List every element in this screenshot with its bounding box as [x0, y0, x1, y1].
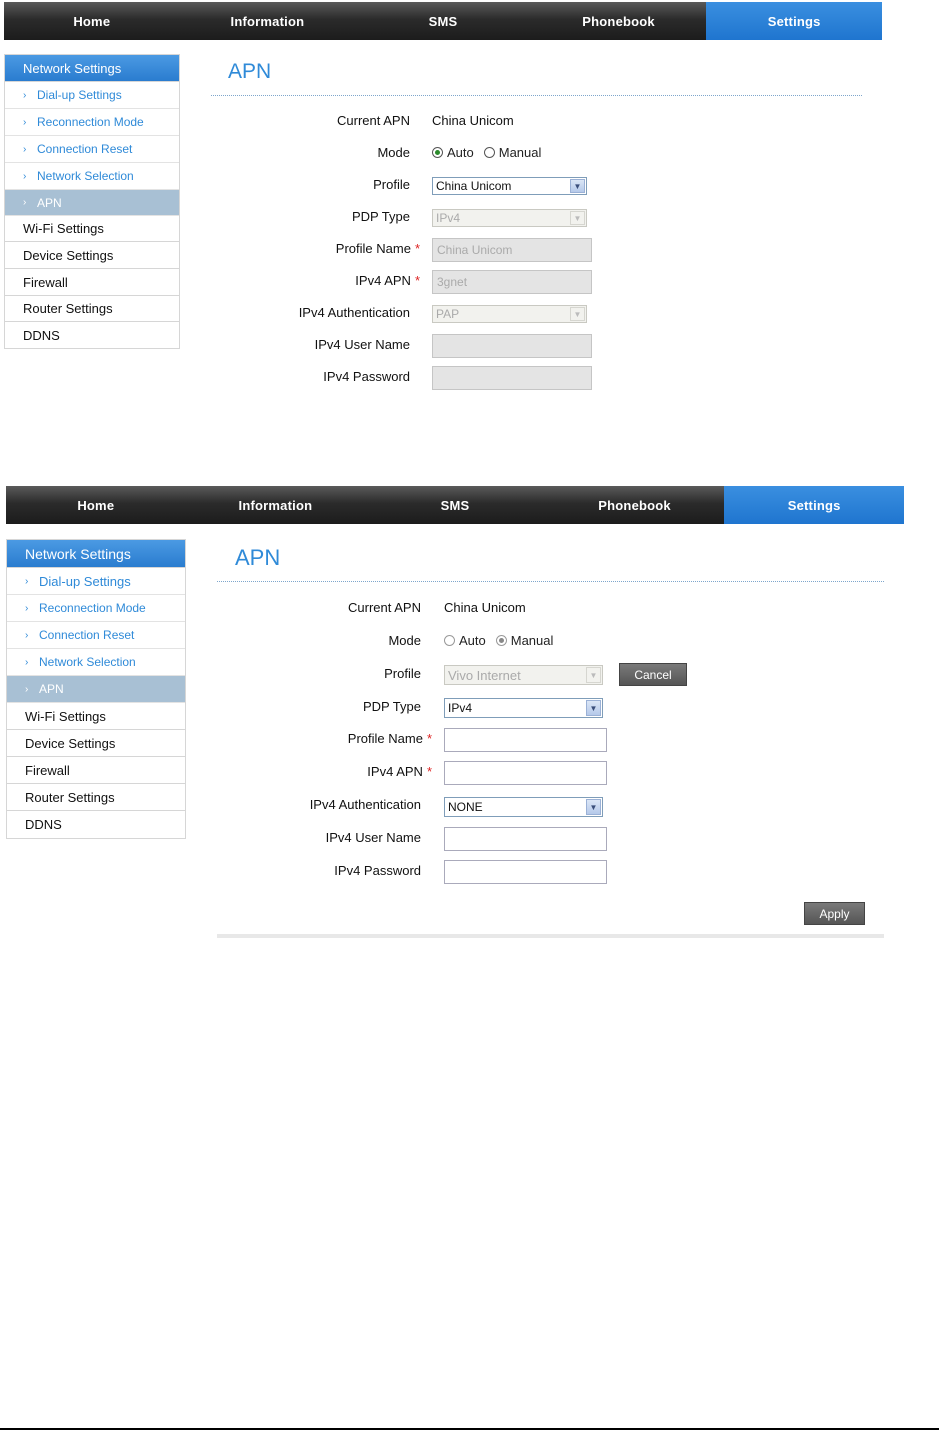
sidebar-item-network-selection[interactable]: › Network Selection [7, 649, 185, 676]
chevron-down-icon[interactable]: ▼ [586, 667, 601, 683]
label-current-apn: Current APN [348, 600, 421, 615]
pdp-type-select-value: IPv4 [448, 701, 473, 715]
sidebar-item-dialup-settings[interactable]: › Dial-up Settings [7, 568, 185, 595]
chevron-right-icon: › [25, 575, 29, 587]
tab-phonebook[interactable]: Phonebook [545, 486, 725, 524]
sidebar-item-reconnection-mode[interactable]: › Reconnection Mode [7, 595, 185, 622]
mode-manual-option[interactable]: Manual [495, 633, 554, 648]
ipv4-authentication-select[interactable]: NONE ▼ [444, 797, 603, 817]
mode-radio-group: Auto Manual [444, 633, 563, 648]
sidebar-header-network-settings[interactable]: Network Settings [7, 540, 185, 568]
apply-button[interactable]: Apply [804, 902, 865, 925]
ipv4-password-field[interactable] [444, 860, 607, 884]
cancel-button[interactable]: Cancel [619, 663, 687, 686]
content-bottom-bar [217, 934, 884, 938]
tab-settings[interactable]: Settings [724, 486, 904, 524]
required-asterisk: * [426, 731, 432, 746]
title-divider [217, 581, 884, 582]
chevron-down-icon[interactable]: ▼ [586, 799, 601, 815]
required-asterisk: * [426, 764, 432, 779]
sidebar-item-label: APN [39, 682, 64, 696]
sidebar-item-router-settings[interactable]: Router Settings [7, 784, 185, 811]
chevron-right-icon: › [25, 683, 29, 695]
mode-auto-option[interactable]: Auto [444, 633, 486, 648]
radio-manual[interactable] [495, 635, 507, 646]
label-profile-name: Profile Name * [250, 731, 432, 746]
profile-select-value: Vivo Internet [448, 667, 521, 683]
ipv4-authentication-value: NONE [448, 800, 483, 814]
profile-name-label-text: Profile Name [347, 731, 423, 746]
ipv4-apn-field[interactable] [444, 761, 607, 785]
chevron-down-icon[interactable]: ▼ [586, 700, 601, 716]
ipv4-apn-label-text: IPv4 APN [367, 764, 423, 779]
label-pdp-type: PDP Type [362, 699, 421, 714]
label-ipv4-apn: IPv4 APN * [250, 764, 432, 779]
pdp-type-select[interactable]: IPv4 ▼ [444, 698, 603, 718]
tab-home[interactable]: Home [6, 486, 186, 524]
sidebar-item-label: Network Selection [39, 655, 136, 669]
sidebar: Network Settings › Dial-up Settings › Reco… [6, 539, 186, 839]
profile-select[interactable]: Vivo Internet ▼ [444, 665, 603, 685]
sidebar-item-apn[interactable]: › APN [7, 676, 185, 703]
chevron-right-icon: › [25, 656, 29, 668]
mode-auto-label: Auto [459, 633, 486, 648]
label-mode: Mode [388, 633, 421, 648]
ipv4-user-name-field[interactable] [444, 827, 607, 851]
profile-name-field[interactable] [444, 728, 607, 752]
chevron-right-icon: › [25, 629, 29, 641]
label-profile: Profile [384, 666, 421, 681]
footer-rule [0, 1428, 939, 1430]
sidebar-item-connection-reset[interactable]: › Connection Reset [7, 622, 185, 649]
sidebar-item-label: Connection Reset [39, 628, 135, 642]
label-ipv4-user-name: IPv4 User Name [325, 830, 421, 845]
page-title: APN [235, 545, 281, 570]
sidebar-item-label: Dial-up Settings [39, 573, 131, 589]
sidebar-item-label: Reconnection Mode [39, 601, 146, 615]
sidebar-item-firewall[interactable]: Firewall [7, 757, 185, 784]
top-nav: Home Information SMS Phonebook Settings [6, 486, 904, 524]
chevron-right-icon: › [25, 602, 29, 614]
sidebar-item-ddns[interactable]: DDNS [7, 811, 185, 838]
sidebar-item-device-settings[interactable]: Device Settings [7, 730, 185, 757]
tab-information[interactable]: Information [186, 486, 366, 524]
label-ipv4-authentication: IPv4 Authentication [309, 797, 421, 812]
radio-auto[interactable] [444, 635, 455, 646]
label-ipv4-password: IPv4 Password [334, 863, 421, 878]
sidebar-item-wifi-settings[interactable]: Wi-Fi Settings [7, 703, 185, 730]
screenshot-2: Home Information SMS Phonebook Settings … [0, 0, 939, 960]
current-apn-value: China Unicom [444, 600, 526, 615]
tab-sms[interactable]: SMS [365, 486, 545, 524]
mode-manual-label: Manual [510, 633, 554, 648]
